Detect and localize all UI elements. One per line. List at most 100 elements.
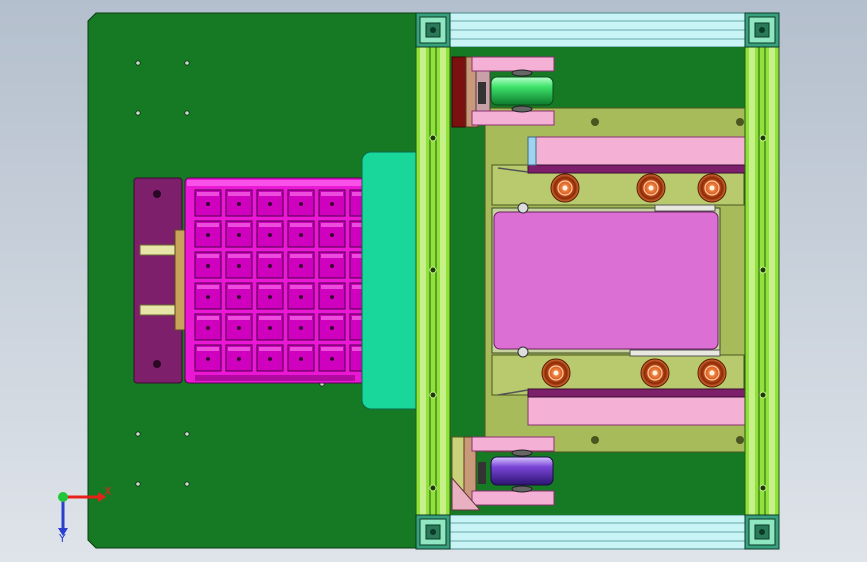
top-wheel-assembly	[451, 56, 555, 128]
carrier-pin	[517, 202, 529, 214]
mounting-hole	[135, 60, 141, 66]
pocket-highlight	[321, 192, 343, 196]
top-cross-rail	[449, 12, 751, 48]
pocket-hole	[330, 264, 334, 268]
pocket-hole	[206, 326, 210, 330]
pocket-highlight	[352, 316, 362, 320]
mounting-hole	[135, 110, 141, 116]
pocket-highlight	[197, 316, 219, 320]
pocket-hole	[299, 357, 303, 361]
corner-bolt	[759, 27, 765, 33]
pocket-highlight	[352, 192, 362, 196]
roller-axle	[652, 370, 658, 376]
clamp-pin-top	[139, 244, 181, 256]
pocket-highlight	[197, 223, 219, 227]
roller-axle	[709, 370, 715, 376]
pocket-highlight	[259, 223, 281, 227]
roller-axle	[553, 370, 559, 376]
pink-guide-bar-bottom	[527, 396, 746, 426]
pocket-hole	[330, 233, 334, 237]
pocket-highlight	[352, 254, 362, 258]
tray-bottom-lip	[195, 375, 355, 381]
extrusion-bolt	[759, 134, 767, 142]
pocket-highlight	[352, 285, 362, 289]
corner-bolt	[430, 27, 436, 33]
corner-bolt	[430, 529, 436, 535]
left-vertical-extrusion	[415, 12, 451, 550]
pocket-highlight	[197, 347, 219, 351]
pink-guide-bar-top-lower	[527, 164, 746, 174]
extrusion-bolt	[759, 391, 767, 399]
tray-top-lip	[187, 180, 363, 186]
pocket-hole	[268, 202, 272, 206]
triad-origin	[58, 492, 68, 502]
pocket-hole	[206, 264, 210, 268]
pocket-hole	[268, 357, 272, 361]
mounting-hole	[184, 110, 190, 116]
pocket-highlight	[228, 223, 250, 227]
wheel-bracket-top	[471, 436, 555, 452]
carrier-plate	[493, 211, 719, 350]
pocket-hole	[237, 202, 241, 206]
pocket-highlight	[197, 192, 219, 196]
pocket-highlight	[259, 347, 281, 351]
pocket-hole	[268, 233, 272, 237]
olive-plate-hole	[736, 118, 744, 126]
pocket-hole	[206, 357, 210, 361]
olive-plate-hole	[591, 436, 599, 444]
pocket-highlight	[352, 223, 362, 227]
pocket-hole	[237, 295, 241, 299]
pocket-hole	[299, 202, 303, 206]
bolt-strip	[478, 82, 486, 104]
guide-end-cap	[527, 136, 537, 166]
pocket-highlight	[228, 347, 250, 351]
pocket-hole	[299, 295, 303, 299]
mounting-hole	[135, 431, 141, 437]
drive-wheel-green	[490, 76, 554, 106]
wheel-bracket-bottom	[471, 490, 555, 506]
mounting-hole	[184, 431, 190, 437]
pocket-highlight	[290, 192, 312, 196]
pocket-hole	[299, 326, 303, 330]
carrier-tab-top	[654, 204, 716, 212]
bottom-cross-rail	[449, 514, 751, 550]
extrusion-bolt	[429, 266, 437, 274]
teal-guide-plate	[361, 151, 425, 410]
clamp-hole-bottom	[153, 360, 161, 368]
pocket-hole	[330, 357, 334, 361]
carrier-tab-bottom	[629, 349, 721, 357]
pocket-highlight	[259, 254, 281, 258]
wheel-bracket-bottom	[471, 110, 555, 126]
pocket-hole	[206, 233, 210, 237]
pocket-highlight	[228, 285, 250, 289]
clamp-pin-bottom	[139, 304, 181, 316]
pocket-highlight	[228, 192, 250, 196]
pocket-highlight	[290, 347, 312, 351]
x-axis-label: X	[104, 485, 112, 498]
pocket-hole	[330, 202, 334, 206]
olive-plate-hole	[591, 118, 599, 126]
clamp-hole-top	[153, 190, 161, 198]
pocket-hole	[237, 357, 241, 361]
y-axis-label: Y	[58, 532, 66, 545]
pink-guide-bar-top	[527, 136, 746, 166]
pocket-highlight	[321, 285, 343, 289]
pocket-highlight	[321, 254, 343, 258]
pocket-hole	[206, 202, 210, 206]
pocket-hole	[330, 295, 334, 299]
pocket-hole	[237, 233, 241, 237]
roller-axle	[562, 185, 568, 191]
pocket-highlight	[321, 316, 343, 320]
pocket-hole	[237, 264, 241, 268]
wheel-bracket-top	[471, 56, 555, 72]
pocket-hole	[268, 326, 272, 330]
pocket-hole	[268, 264, 272, 268]
pocket-highlight	[197, 285, 219, 289]
extrusion-bolt	[429, 484, 437, 492]
carrier-pin	[517, 346, 529, 358]
pocket-highlight	[321, 347, 343, 351]
pocket-highlight	[197, 254, 219, 258]
bolt-strip	[478, 462, 486, 484]
wheel-hub	[511, 69, 533, 77]
pocket-highlight	[352, 347, 362, 351]
